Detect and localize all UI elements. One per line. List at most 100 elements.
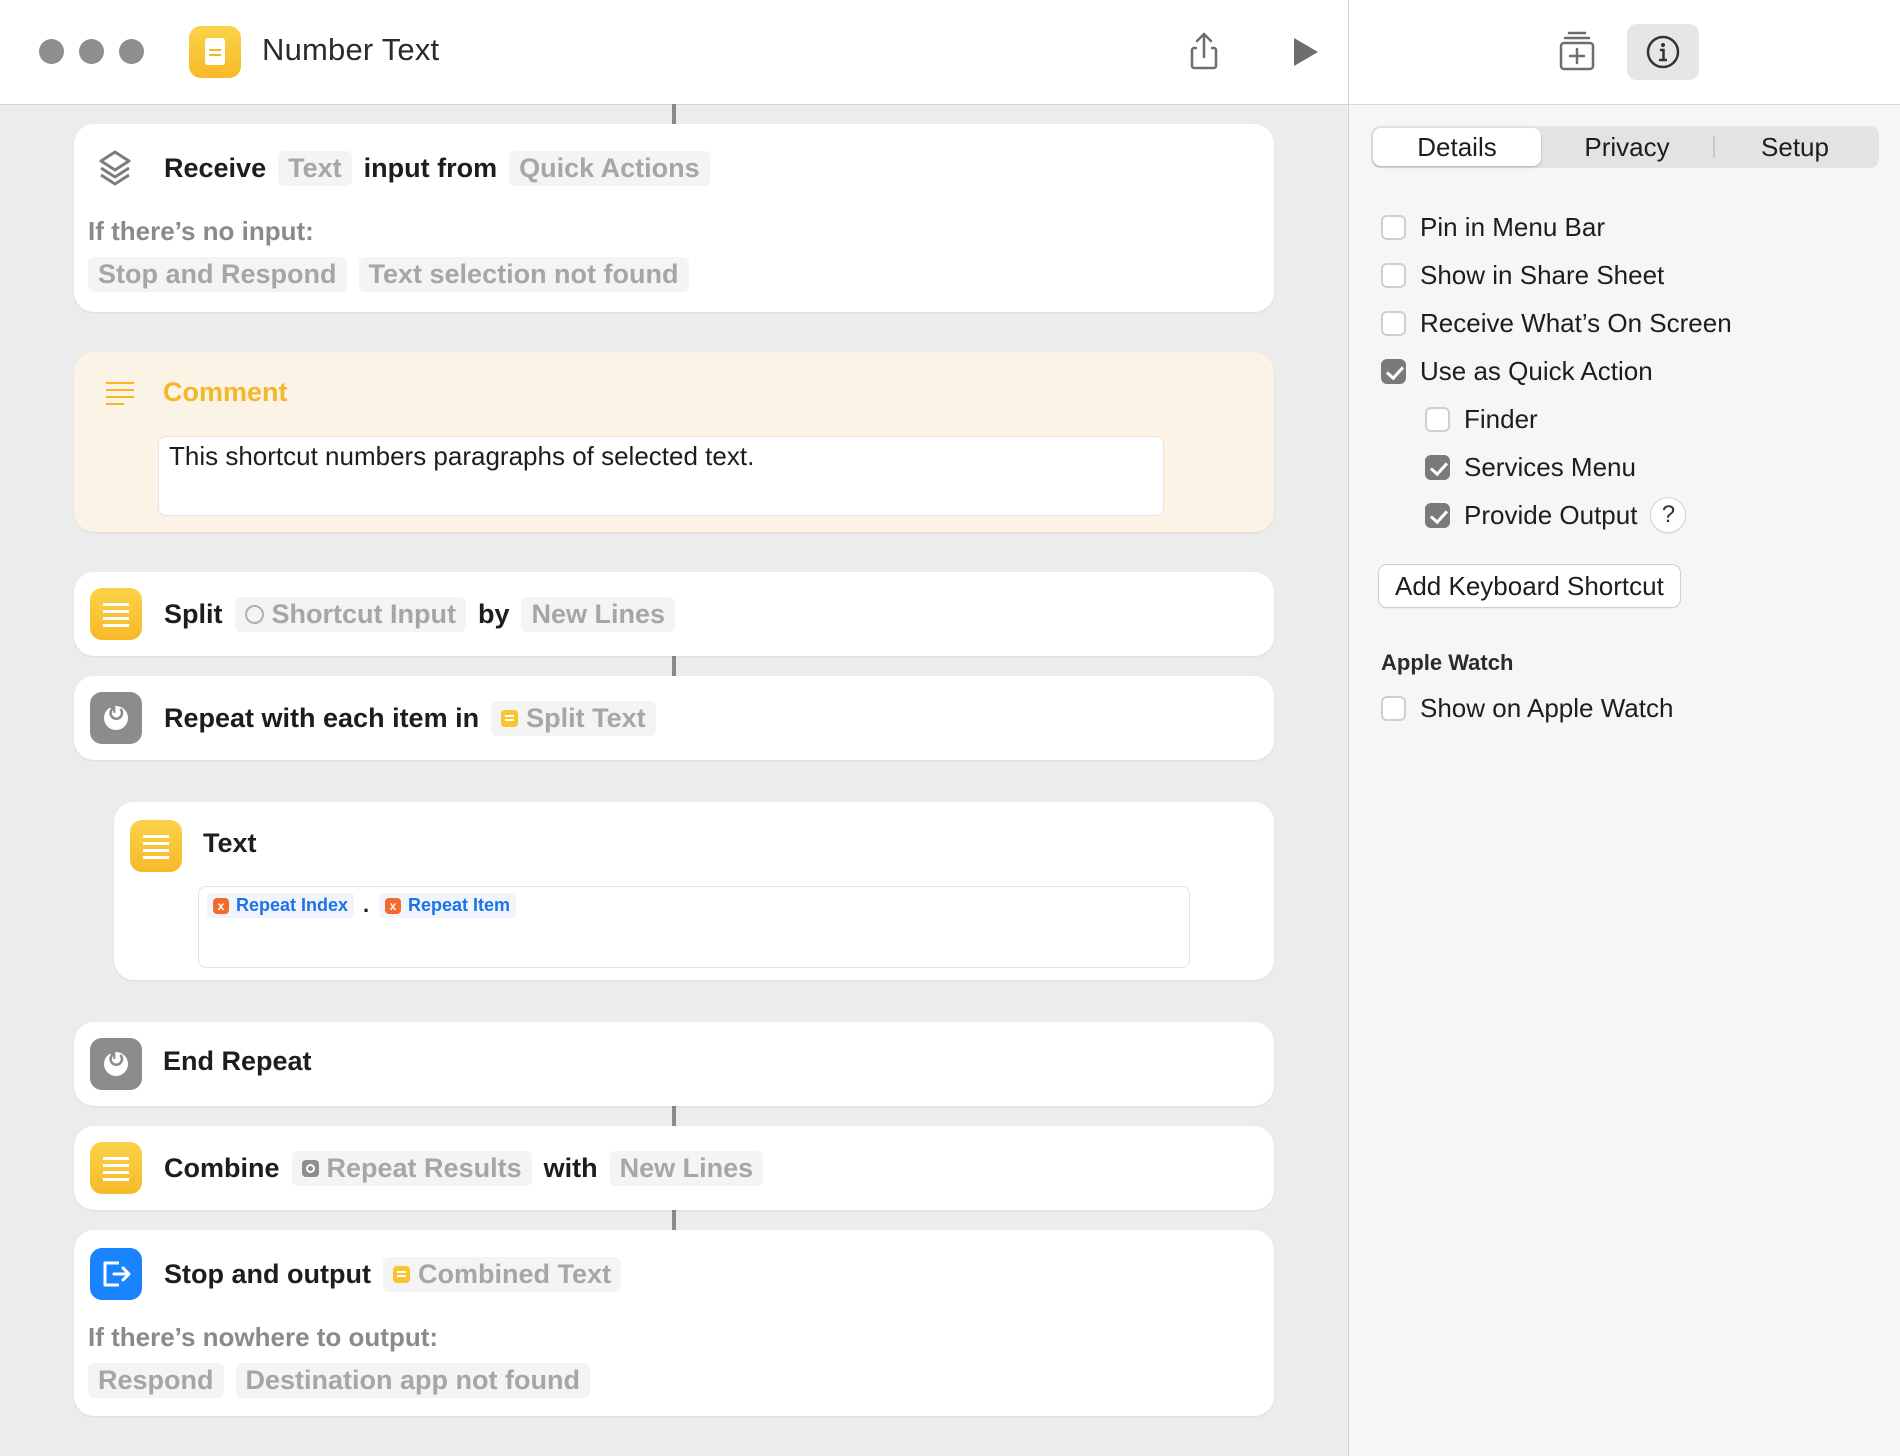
checkbox-checked[interactable] — [1381, 358, 1406, 384]
share-icon — [1190, 32, 1218, 70]
repeat-parameters: Repeat with each item in Split Text — [164, 696, 668, 740]
repeat-item-label: Repeat Item — [408, 895, 511, 915]
split-by-label: by — [477, 598, 510, 629]
checkbox[interactable] — [1381, 310, 1406, 336]
combine-verb: Combine — [164, 1152, 280, 1183]
flow-connector — [672, 104, 676, 124]
action-library-icon — [1559, 31, 1595, 71]
option-pin-in-menu-bar[interactable]: Pin in Menu Bar — [1381, 207, 1605, 247]
layers-icon — [99, 150, 131, 186]
checkbox-checked[interactable] — [1425, 502, 1450, 528]
option-label: Use as Quick Action — [1420, 355, 1653, 386]
repeat-item-variable[interactable]: x Repeat Item — [379, 893, 517, 918]
checkbox[interactable] — [1425, 406, 1450, 432]
flow-connector — [672, 1106, 676, 1126]
exit-action-icon — [90, 1248, 142, 1300]
inspector-panel: Details Privacy Setup Pin in Menu Bar Sh… — [1348, 0, 1900, 1456]
text-separator: . — [363, 892, 370, 917]
add-keyboard-shortcut-button[interactable]: Add Keyboard Shortcut — [1379, 565, 1680, 607]
tab-details[interactable]: Details — [1373, 128, 1541, 166]
no-output-options: Respond Destination app not found — [88, 1360, 602, 1400]
text-variable-icon — [501, 709, 519, 727]
zoom-window-button[interactable] — [119, 39, 144, 64]
text-variable-icon — [392, 1265, 410, 1283]
option-services-menu[interactable]: Services Menu — [1425, 447, 1636, 487]
text-action-icon — [90, 1142, 142, 1194]
input-type-token[interactable]: Text — [278, 150, 352, 186]
comment-action-card[interactable]: Comment This shortcut numbers paragraphs… — [74, 352, 1274, 532]
input-source-token[interactable]: Quick Actions — [509, 150, 710, 186]
no-input-action-token[interactable]: Stop and Respond — [88, 256, 347, 292]
run-button[interactable] — [1276, 24, 1332, 80]
split-verb: Split — [164, 598, 223, 629]
split-separator-token[interactable]: New Lines — [521, 596, 676, 632]
option-show-in-share-sheet[interactable]: Show in Share Sheet — [1381, 255, 1664, 295]
input-from-label: input from — [363, 152, 498, 183]
flow-connector — [672, 1210, 676, 1230]
combine-parameters: Combine Repeat Results with New Lines — [164, 1146, 775, 1190]
checkbox[interactable] — [1381, 262, 1406, 288]
window-title[interactable]: Number Text — [262, 32, 439, 68]
title-bar: Number Text — [0, 0, 1348, 105]
text-action-card[interactable]: Text x Repeat Index . x Repeat Item — [114, 802, 1274, 980]
play-icon — [1294, 38, 1318, 66]
comment-text-field[interactable]: This shortcut numbers paragraphs of sele… — [158, 436, 1164, 516]
no-input-message-token[interactable]: Text selection not found — [358, 256, 689, 292]
option-use-as-quick-action[interactable]: Use as Quick Action — [1381, 351, 1653, 391]
repeat-icon — [90, 1038, 142, 1090]
repeat-action-card[interactable]: Repeat with each item in Split Text — [74, 676, 1274, 760]
repeat-list-token[interactable]: Split Text — [491, 700, 656, 736]
info-button[interactable] — [1627, 24, 1699, 80]
checkbox[interactable] — [1381, 214, 1406, 240]
action-library-button[interactable] — [1541, 24, 1613, 80]
shortcuts-window: Number Text Receive Text input from Quic… — [0, 0, 1900, 1456]
split-parameters: Split Shortcut Input by New Lines — [164, 592, 687, 636]
shortcut-icon[interactable] — [189, 26, 241, 78]
text-action-icon — [90, 588, 142, 640]
stop-output-action-card[interactable]: Stop and output Combined Text If there’s… — [74, 1230, 1274, 1416]
option-receive-whats-on-screen[interactable]: Receive What’s On Screen — [1381, 303, 1732, 343]
split-input-token[interactable]: Shortcut Input — [234, 596, 466, 632]
comment-title: Comment — [163, 377, 288, 407]
flow-connector — [672, 656, 676, 676]
repeat-list-label: Split Text — [526, 702, 646, 733]
split-action-card[interactable]: Split Shortcut Input by New Lines — [74, 572, 1274, 656]
output-token[interactable]: Combined Text — [382, 1256, 621, 1292]
repeat-label: Repeat with each item in — [164, 702, 480, 733]
repeat-results-icon — [301, 1159, 319, 1177]
text-content-field[interactable]: x Repeat Index . x Repeat Item — [198, 886, 1190, 968]
option-label: Pin in Menu Bar — [1420, 211, 1605, 242]
minimize-window-button[interactable] — [79, 39, 104, 64]
option-provide-output[interactable]: Provide Output ? — [1425, 495, 1686, 535]
checkbox[interactable] — [1381, 695, 1406, 721]
tab-privacy[interactable]: Privacy — [1543, 126, 1711, 168]
option-show-on-apple-watch[interactable]: Show on Apple Watch — [1381, 688, 1673, 728]
combine-separator-token[interactable]: New Lines — [609, 1150, 764, 1186]
help-button[interactable]: ? — [1651, 498, 1686, 532]
stop-output-parameters: Stop and output Combined Text — [164, 1252, 633, 1296]
end-repeat-action-card[interactable]: End Repeat — [74, 1022, 1274, 1106]
share-button[interactable] — [1176, 24, 1232, 80]
no-output-action-token[interactable]: Respond — [88, 1362, 224, 1398]
tab-setup[interactable]: Setup — [1711, 126, 1879, 168]
repeat-index-variable[interactable]: x Repeat Index — [207, 893, 355, 918]
receive-parameters: Receive Text input from Quick Actions — [164, 146, 722, 190]
combine-with-label: with — [543, 1152, 598, 1183]
output-token-label: Combined Text — [417, 1258, 611, 1289]
variable-icon: x — [385, 897, 401, 914]
combine-input-label: Repeat Results — [326, 1152, 522, 1183]
checkbox-checked[interactable] — [1425, 454, 1450, 480]
combine-input-token[interactable]: Repeat Results — [291, 1150, 532, 1186]
inspector-tabs: Details Privacy Setup — [1371, 126, 1879, 168]
close-window-button[interactable] — [39, 39, 64, 64]
receive-action-card[interactable]: Receive Text input from Quick Actions If… — [74, 124, 1274, 312]
no-input-options: Stop and Respond Text selection not foun… — [88, 254, 701, 294]
option-label: Receive What’s On Screen — [1420, 307, 1732, 338]
shortcut-input-icon — [244, 604, 264, 624]
no-output-message-token[interactable]: Destination app not found — [235, 1362, 590, 1398]
stop-output-verb: Stop and output — [164, 1258, 371, 1289]
option-finder[interactable]: Finder — [1425, 399, 1538, 439]
combine-action-card[interactable]: Combine Repeat Results with New Lines — [74, 1126, 1274, 1210]
split-input-label: Shortcut Input — [271, 598, 456, 629]
option-label: Provide Output — [1464, 499, 1638, 530]
